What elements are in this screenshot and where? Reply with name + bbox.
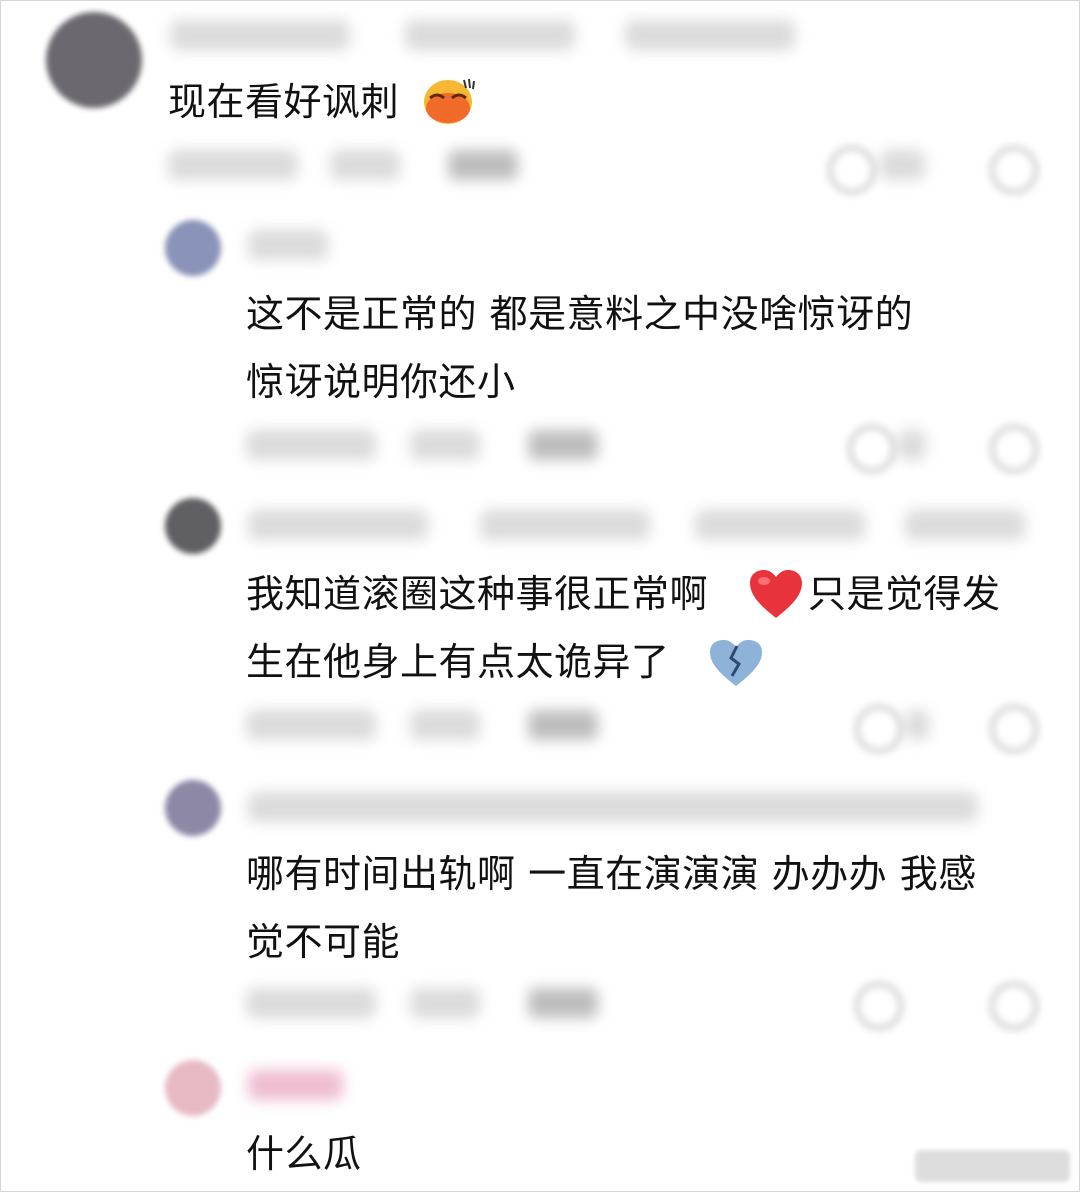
- location: [330, 150, 400, 180]
- dislike-icon[interactable]: [990, 146, 1038, 194]
- avatar[interactable]: [165, 220, 221, 276]
- location: [410, 430, 480, 460]
- user-badge: [405, 20, 575, 50]
- comment-text-line: 哪有时间出轨啊 一直在演演演 办办办 我感: [246, 852, 977, 896]
- dislike-icon[interactable]: [990, 705, 1038, 753]
- avatar[interactable]: [46, 12, 142, 108]
- user-badge: [625, 20, 795, 50]
- red-heart-emoji: [750, 570, 802, 618]
- smirk-face-emoji: [424, 78, 475, 124]
- timestamp: [246, 430, 376, 460]
- reply-button[interactable]: [448, 150, 518, 180]
- avatar[interactable]: [165, 1060, 221, 1116]
- location: [410, 988, 480, 1018]
- username: [170, 20, 350, 50]
- username: [248, 1070, 343, 1100]
- comment-text: 什么瓜: [246, 1132, 362, 1176]
- like-icon[interactable]: [848, 425, 896, 473]
- comment-text: 现在看好讽刺: [168, 80, 400, 124]
- username: [248, 792, 978, 822]
- reply-target: [905, 510, 1025, 540]
- location: [410, 710, 480, 740]
- like-count: [898, 430, 926, 460]
- user-badge: [480, 510, 650, 540]
- reply-button[interactable]: [528, 988, 598, 1018]
- like-count: [880, 150, 925, 180]
- reply-button[interactable]: [528, 710, 598, 740]
- reply-button[interactable]: [528, 430, 598, 460]
- timestamp: [246, 988, 376, 1018]
- comment-text-line: 惊讶说明你还小: [246, 360, 516, 404]
- like-icon[interactable]: [855, 705, 903, 753]
- avatar[interactable]: [165, 780, 221, 836]
- dislike-icon[interactable]: [990, 982, 1038, 1030]
- username: [248, 510, 428, 540]
- broken-heart-emoji: [710, 640, 762, 686]
- username: [248, 230, 328, 260]
- watermark-logo: [915, 1150, 1070, 1182]
- like-count: [905, 710, 929, 740]
- like-icon[interactable]: [828, 146, 876, 194]
- avatar[interactable]: [165, 498, 221, 554]
- timestamp: [168, 150, 298, 180]
- timestamp: [246, 710, 376, 740]
- dislike-icon[interactable]: [990, 425, 1038, 473]
- user-badge: [695, 510, 865, 540]
- comment-text-line: 这不是正常的 都是意料之中没啥惊讶的: [246, 292, 914, 336]
- comment-text-line: 只是觉得发: [808, 572, 1001, 616]
- like-icon[interactable]: [855, 982, 903, 1030]
- comment-text-line: 觉不可能: [246, 920, 401, 964]
- comment-text-line: 我知道滚圈这种事很正常啊: [246, 572, 709, 616]
- comment-text-line: 生在他身上有点太诡异了: [246, 640, 670, 684]
